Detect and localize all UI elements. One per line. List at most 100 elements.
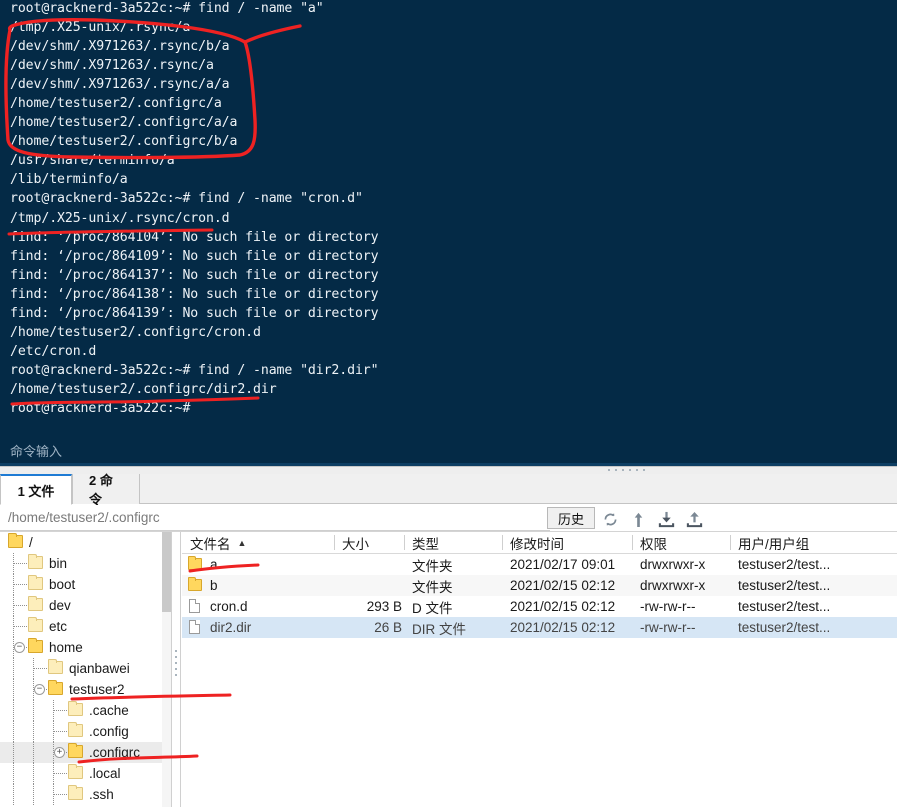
tree-item-label: boot xyxy=(49,577,76,592)
folder-icon xyxy=(68,785,83,800)
column-header-size[interactable]: 大小 xyxy=(334,532,404,553)
folder-icon xyxy=(48,659,63,674)
folder-icon xyxy=(68,701,83,716)
tree-item-label: .configrc xyxy=(89,745,141,760)
folder-icon xyxy=(28,638,43,653)
folder-icon xyxy=(68,743,83,758)
column-header-owner[interactable]: 用户/用户组 xyxy=(730,532,897,553)
cell-modified: 2021/02/15 02:12 xyxy=(510,599,616,614)
folder-icon xyxy=(28,554,43,569)
tree-item-bin[interactable]: bin xyxy=(0,553,171,574)
file-icon xyxy=(189,620,200,634)
cell-filename: cron.d xyxy=(210,599,248,614)
command-input-field[interactable]: 命令输入 xyxy=(0,442,897,464)
tree-scrollbar-thumb[interactable] xyxy=(162,532,171,612)
cell-type: DIR 文件 xyxy=(412,621,466,637)
folder-icon xyxy=(68,722,83,737)
folder-icon xyxy=(8,533,23,548)
cell-owner: testuser2/test... xyxy=(738,599,831,614)
tree-item-qianbawei[interactable]: qianbawei xyxy=(0,658,171,679)
table-row[interactable]: cron.d 293 B D 文件 2021/02/15 02:12 -rw-rw-r-… xyxy=(182,596,897,617)
terminal-line: /dev/shm/.X971263/.rsync/a xyxy=(10,58,214,74)
cell-filename: b xyxy=(210,578,218,593)
terminal-line: /home/testuser2/.configrc/a/a xyxy=(10,115,238,131)
cell-filename: a xyxy=(210,557,218,572)
directory-tree-panel[interactable]: / bin boot dev etc − home qianbawei − testuser2 .c… xyxy=(0,532,172,807)
tree-item-label: .config xyxy=(89,724,129,739)
tree-item-dev[interactable]: dev xyxy=(0,595,171,616)
collapse-icon[interactable]: − xyxy=(14,642,25,653)
tree-item-ssh[interactable]: .ssh xyxy=(0,784,171,805)
tree-guide-lines xyxy=(0,553,171,574)
cell-modified: 2021/02/15 02:12 xyxy=(510,620,616,635)
tree-item-label: .local xyxy=(89,766,121,781)
tree-guide-lines xyxy=(0,742,171,763)
tree-item-etc[interactable]: etc xyxy=(0,616,171,637)
tree-item-config[interactable]: .config xyxy=(0,721,171,742)
tree-item-label: .cache xyxy=(89,703,129,718)
cell-permissions: -rw-rw-r-- xyxy=(640,620,696,635)
horizontal-splitter[interactable] xyxy=(0,466,897,474)
column-header-label: 大小 xyxy=(342,536,369,552)
path-input[interactable] xyxy=(0,505,550,531)
terminal-line: /dev/shm/.X971263/.rsync/a/a xyxy=(10,77,230,93)
tree-guide-lines xyxy=(0,763,171,784)
terminal-line: root@racknerd-3a522c:~# find / -name "di… xyxy=(10,362,379,378)
file-list-panel[interactable]: 文件名 ▲ 大小 类型 修改时间 权限 用户/用户组 a 文件夹 2021/02/17 09:0… xyxy=(182,532,897,807)
column-header-label: 用户/用户组 xyxy=(738,536,810,552)
cell-type: D 文件 xyxy=(412,600,453,616)
tree-guide-lines xyxy=(0,700,171,721)
tree-item-configrc[interactable]: + .configrc xyxy=(0,742,171,763)
expand-icon[interactable]: + xyxy=(54,747,65,758)
folder-icon xyxy=(28,575,43,590)
column-header-label: 类型 xyxy=(412,536,439,552)
splitter-grip-dots xyxy=(608,469,668,473)
tree-item-[interactable]: / xyxy=(0,532,171,553)
sort-ascending-icon: ▲ xyxy=(237,537,247,548)
go-up-icon[interactable] xyxy=(628,509,648,529)
tree-item-testuser2[interactable]: − testuser2 xyxy=(0,679,171,700)
folder-icon xyxy=(48,680,63,695)
tree-item-label: home xyxy=(49,640,83,655)
terminal-line: /home/testuser2/.configrc/b/a xyxy=(10,134,238,150)
tree-guide-lines xyxy=(0,784,171,805)
column-header-filename[interactable]: 文件名 ▲ xyxy=(182,532,334,553)
tree-scrollbar[interactable] xyxy=(162,532,171,807)
table-row[interactable]: dir2.dir 26 B DIR 文件 2021/02/15 02:12 -rw-rw… xyxy=(182,617,897,638)
upload-icon[interactable] xyxy=(684,509,704,529)
directory-tree: / bin boot dev etc − home qianbawei − testuser2 .c… xyxy=(0,532,171,805)
column-header-label: 文件名 xyxy=(190,536,231,552)
table-row[interactable]: b 文件夹 2021/02/15 02:12 drwxrwxr-x testuser2/… xyxy=(182,575,897,596)
history-button[interactable]: 历史 xyxy=(547,507,595,529)
tab-files[interactable]: 1 文件 xyxy=(0,474,72,505)
cell-modified: 2021/02/15 02:12 xyxy=(510,578,616,593)
cell-owner: testuser2/test... xyxy=(738,620,831,635)
tree-item-boot[interactable]: boot xyxy=(0,574,171,595)
file-list-rows: a 文件夹 2021/02/17 09:01 drwxrwxr-x testuser2/… xyxy=(182,554,897,638)
column-header-label: 修改时间 xyxy=(510,536,564,552)
terminal-output: /lib/terminfo/a root@racknerd-3a522c:~# f… xyxy=(0,0,897,428)
column-header-modified[interactable]: 修改时间 xyxy=(502,532,632,553)
terminal-line: /etc/cron.d xyxy=(10,343,97,359)
tab-commands[interactable]: 2 命令 xyxy=(72,473,140,507)
cell-owner: testuser2/test... xyxy=(738,557,831,572)
tree-guide-lines xyxy=(0,637,171,658)
folder-icon xyxy=(188,556,202,570)
vertical-splitter[interactable] xyxy=(172,532,181,807)
tree-item-label: .ssh xyxy=(89,787,114,802)
file-icon xyxy=(189,599,200,613)
tree-item-cache[interactable]: .cache xyxy=(0,700,171,721)
column-header-type[interactable]: 类型 xyxy=(404,532,502,553)
tree-guide-lines xyxy=(0,721,171,742)
tree-item-local[interactable]: .local xyxy=(0,763,171,784)
terminal-line: /usr/share/terminfo/a xyxy=(10,153,175,169)
column-header-permissions[interactable]: 权限 xyxy=(632,532,730,553)
refresh-icon[interactable] xyxy=(600,509,620,529)
folder-icon xyxy=(68,764,83,779)
terminal-line: root@racknerd-3a522c:~# find / -name "cr… xyxy=(10,191,363,207)
collapse-icon[interactable]: − xyxy=(34,684,45,695)
download-icon[interactable] xyxy=(656,509,676,529)
table-row[interactable]: a 文件夹 2021/02/17 09:01 drwxrwxr-x testuser2/… xyxy=(182,554,897,575)
tree-item-home[interactable]: − home xyxy=(0,637,171,658)
terminal-panel[interactable]: /lib/terminfo/a root@racknerd-3a522c:~# f… xyxy=(0,0,897,466)
